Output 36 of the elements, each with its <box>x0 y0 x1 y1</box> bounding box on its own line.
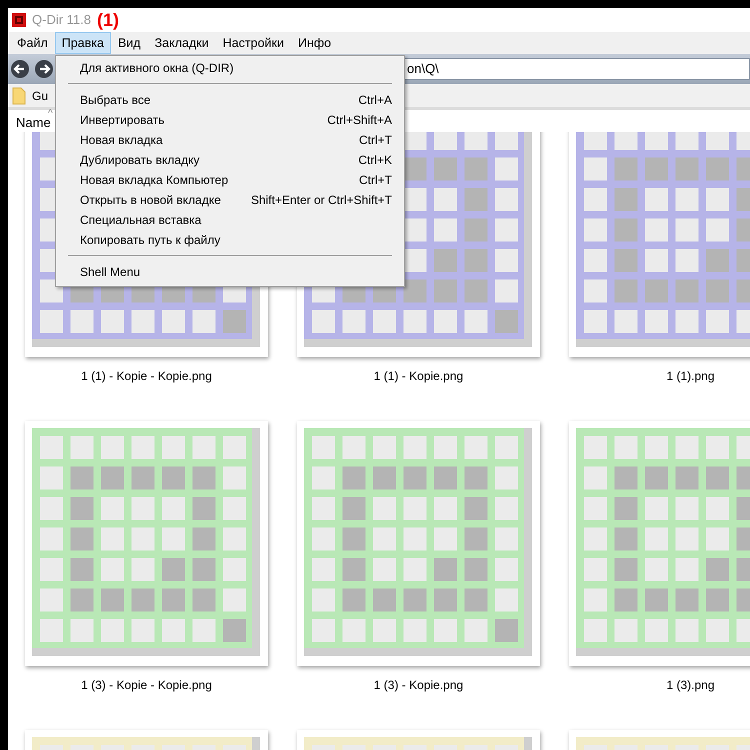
bookmark-link[interactable]: Gu <box>32 86 48 104</box>
menu-item[interactable]: Инфо <box>291 32 338 54</box>
window-title: Q-Dir 11.8 <box>32 11 91 30</box>
shortcut-label: Ctrl+T <box>359 172 392 189</box>
menu-item[interactable]: Файл <box>10 32 55 54</box>
app-icon <box>12 13 26 27</box>
menu-item[interactable]: Копировать путь к файлу <box>80 231 220 249</box>
annotation-label: (1) <box>97 10 119 30</box>
sort-indicator: ^ <box>48 107 53 119</box>
menu-item[interactable]: Новая вкладка Компьютер <box>80 171 228 189</box>
shortcut-label: Ctrl+K <box>358 152 392 169</box>
menu-item[interactable]: Shell Menu <box>80 263 140 281</box>
menu-item[interactable]: Вид <box>110 32 148 54</box>
menu-item[interactable]: Закладки <box>148 32 216 54</box>
menu-item[interactable]: Новая вкладка <box>80 131 163 149</box>
menu-item[interactable]: Дублировать вкладку <box>80 151 200 169</box>
shortcut-label: Ctrl+A <box>358 92 392 109</box>
menu-item[interactable]: Настройки <box>216 32 291 54</box>
menu-item[interactable]: Выбрать все <box>80 91 151 109</box>
shortcut-label: Shift+Enter or Ctrl+Shift+T <box>250 192 392 209</box>
file-name[interactable]: 1 (1) - Kopie.png <box>374 367 464 385</box>
forward-button[interactable] <box>34 59 54 79</box>
menu-item[interactable]: Для активного окна (Q-DIR) <box>80 59 234 77</box>
file-name[interactable]: 1 (1) - Kopie - Kopie.png <box>81 367 212 385</box>
file-name[interactable]: 1 (3) - Kopie.png <box>374 676 464 694</box>
back-button[interactable] <box>10 59 30 79</box>
file-name[interactable]: 1 (3) - Kopie - Kopie.png <box>81 676 212 694</box>
shortcut-label: Ctrl+T <box>359 132 392 149</box>
menu-item[interactable]: Специальная вставка <box>80 211 202 229</box>
menu-item[interactable]: Инвертировать <box>80 111 165 129</box>
file-name[interactable]: 1 (3).png <box>666 676 715 694</box>
menu-item[interactable]: Открыть в новой вкладке <box>80 191 221 209</box>
menu-item[interactable]: Правка <box>54 32 111 54</box>
column-header[interactable]: Name <box>16 112 51 132</box>
shortcut-label: Ctrl+Shift+A <box>327 112 392 129</box>
file-name[interactable]: 1 (1).png <box>666 367 715 385</box>
